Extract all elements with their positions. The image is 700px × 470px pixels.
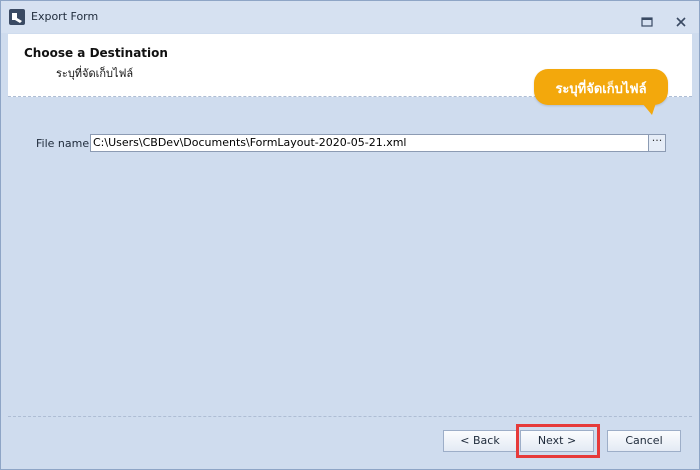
app-icon: [9, 9, 25, 25]
title-bar: Export Form: [1, 1, 699, 33]
window-title: Export Form: [31, 10, 99, 23]
back-button[interactable]: < Back: [443, 430, 517, 452]
page-subtitle: ระบุที่จัดเก็บไฟล์: [56, 67, 134, 80]
page-title: Choose a Destination: [24, 46, 168, 60]
footer-divider: [8, 416, 692, 417]
export-form-window: Export Form Choose a Destination ระบุที่…: [0, 0, 700, 470]
file-name-input[interactable]: C:\Users\CBDev\Documents\FormLayout-2020…: [90, 134, 649, 152]
cancel-button[interactable]: Cancel: [607, 430, 681, 452]
next-button-highlight: [516, 424, 600, 458]
annotation-callout: ระบุที่จัดเก็บไฟล์: [534, 69, 668, 115]
restore-icon[interactable]: [641, 12, 653, 27]
file-name-label: File name: [36, 137, 90, 150]
browse-button[interactable]: ···: [648, 134, 666, 152]
close-icon[interactable]: [675, 12, 687, 27]
callout-text: ระบุที่จัดเก็บไฟล์: [555, 82, 647, 97]
file-name-value: C:\Users\CBDev\Documents\FormLayout-2020…: [93, 136, 407, 149]
